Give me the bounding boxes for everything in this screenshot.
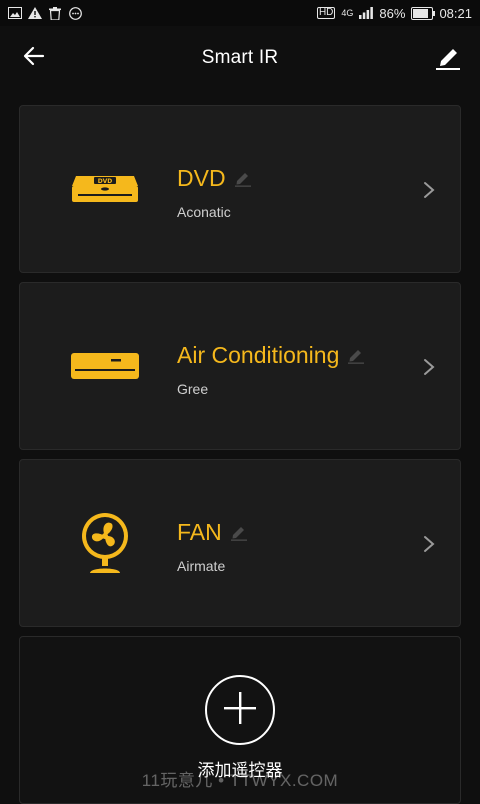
device-name: FAN xyxy=(177,519,222,545)
chevron-right-icon xyxy=(420,532,438,556)
device-brand: Aconatic xyxy=(177,204,231,220)
fan-icon xyxy=(70,508,140,578)
network-type: 4G xyxy=(341,8,354,18)
signal-icon xyxy=(359,7,374,19)
status-bar: HD 4G 86% 08:21 xyxy=(0,0,480,26)
status-right-icons: HD 4G 86% 08:21 xyxy=(316,5,472,21)
battery-percent: 86% xyxy=(379,5,406,21)
device-card-dvd[interactable]: DVD DVD Aconatic xyxy=(19,105,461,273)
rename-pencil-icon[interactable] xyxy=(234,169,252,187)
device-text: DVD Aconatic xyxy=(177,164,252,220)
rename-pencil-icon[interactable] xyxy=(347,346,365,364)
back-arrow-icon xyxy=(23,45,45,72)
battery-icon xyxy=(411,6,436,20)
warning-icon xyxy=(28,7,42,19)
rename-pencil-icon[interactable] xyxy=(230,523,248,541)
device-text: Air Conditioning Gree xyxy=(177,341,365,397)
chevron-right-icon xyxy=(420,178,438,202)
device-name-row: FAN xyxy=(177,518,248,546)
device-card-fan[interactable]: FAN Airmate xyxy=(19,459,461,627)
device-name: Air Conditioning xyxy=(177,342,340,368)
clock: 08:21 xyxy=(439,5,472,21)
device-text: FAN Airmate xyxy=(177,518,248,574)
pencil-icon xyxy=(433,41,463,76)
device-name-row: Air Conditioning xyxy=(177,341,365,369)
device-card-air-conditioning[interactable]: Air Conditioning Gree xyxy=(19,282,461,450)
device-name: DVD xyxy=(177,165,226,191)
device-list: DVD DVD Aconatic Air Conditioning Gree F… xyxy=(19,105,461,804)
svg-text:DVD: DVD xyxy=(98,178,113,185)
device-brand: Airmate xyxy=(177,558,226,574)
hd-label: HD xyxy=(316,7,336,19)
plus-icon xyxy=(223,691,257,730)
device-name-row: DVD xyxy=(177,164,252,192)
edit-button[interactable] xyxy=(430,40,466,76)
app-bar: Smart IR xyxy=(0,26,480,90)
add-remote-button[interactable] xyxy=(205,675,275,745)
watermark: 11玩意儿 • TTWYX.COM xyxy=(141,771,339,790)
dvd-player-icon: DVD xyxy=(70,154,140,224)
page-title: Smart IR xyxy=(201,47,279,68)
back-button[interactable] xyxy=(18,42,50,74)
status-left-icons xyxy=(8,6,82,20)
chevron-right-icon xyxy=(420,355,438,379)
air-conditioner-icon xyxy=(70,331,140,401)
trash-icon xyxy=(48,6,62,20)
messenger-icon xyxy=(68,6,82,20)
device-brand: Gree xyxy=(177,381,209,397)
image-icon xyxy=(8,7,22,19)
